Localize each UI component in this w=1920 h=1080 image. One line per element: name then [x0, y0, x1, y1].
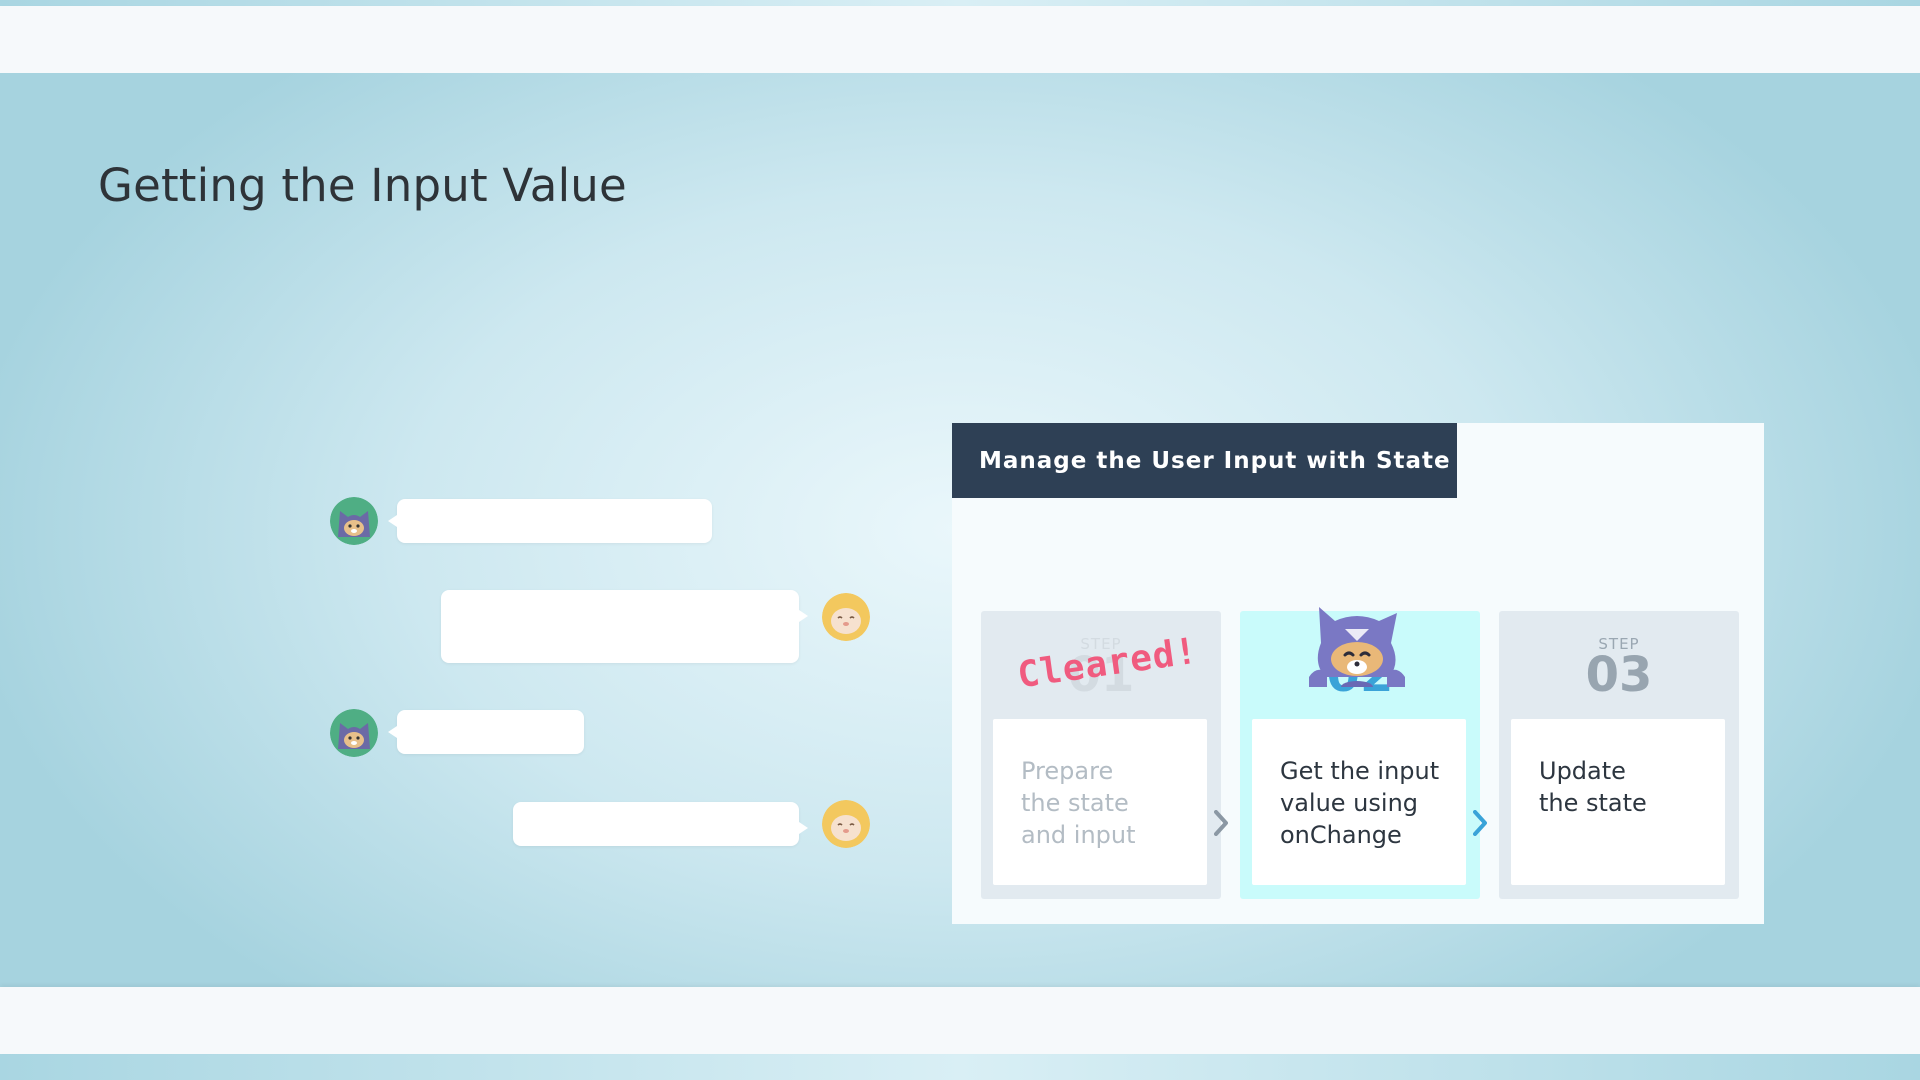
chevron-right-icon [1214, 810, 1228, 836]
cat-mascot-icon [1309, 607, 1405, 687]
chat-bubble [513, 802, 808, 846]
step-text: Update the state [1511, 719, 1725, 885]
slide-stage: Getting the Input Value Manage the User … [0, 73, 1920, 987]
cat-avatar-icon [330, 709, 378, 757]
card-header: Manage the User Input with State [952, 423, 1457, 498]
steps-card: Manage the User Input with State STEP 01… [952, 423, 1764, 924]
chat-bubble [388, 710, 584, 754]
cat-avatar-icon [330, 497, 378, 545]
page-title: Getting the Input Value [98, 159, 627, 212]
step-text: Prepare the state and input [993, 719, 1207, 885]
chat-bubble [441, 590, 808, 663]
dog-avatar-icon [822, 800, 870, 848]
step-number: 03 [1585, 647, 1653, 703]
top-band [0, 6, 1920, 73]
chat-bubble [388, 499, 712, 543]
bottom-band [0, 987, 1920, 1054]
step-text: Get the input value using onChange [1252, 719, 1466, 885]
chevron-right-icon [1473, 810, 1487, 836]
dog-avatar-icon [822, 593, 870, 641]
step-3: STEP 03 Update the state [1499, 611, 1739, 899]
